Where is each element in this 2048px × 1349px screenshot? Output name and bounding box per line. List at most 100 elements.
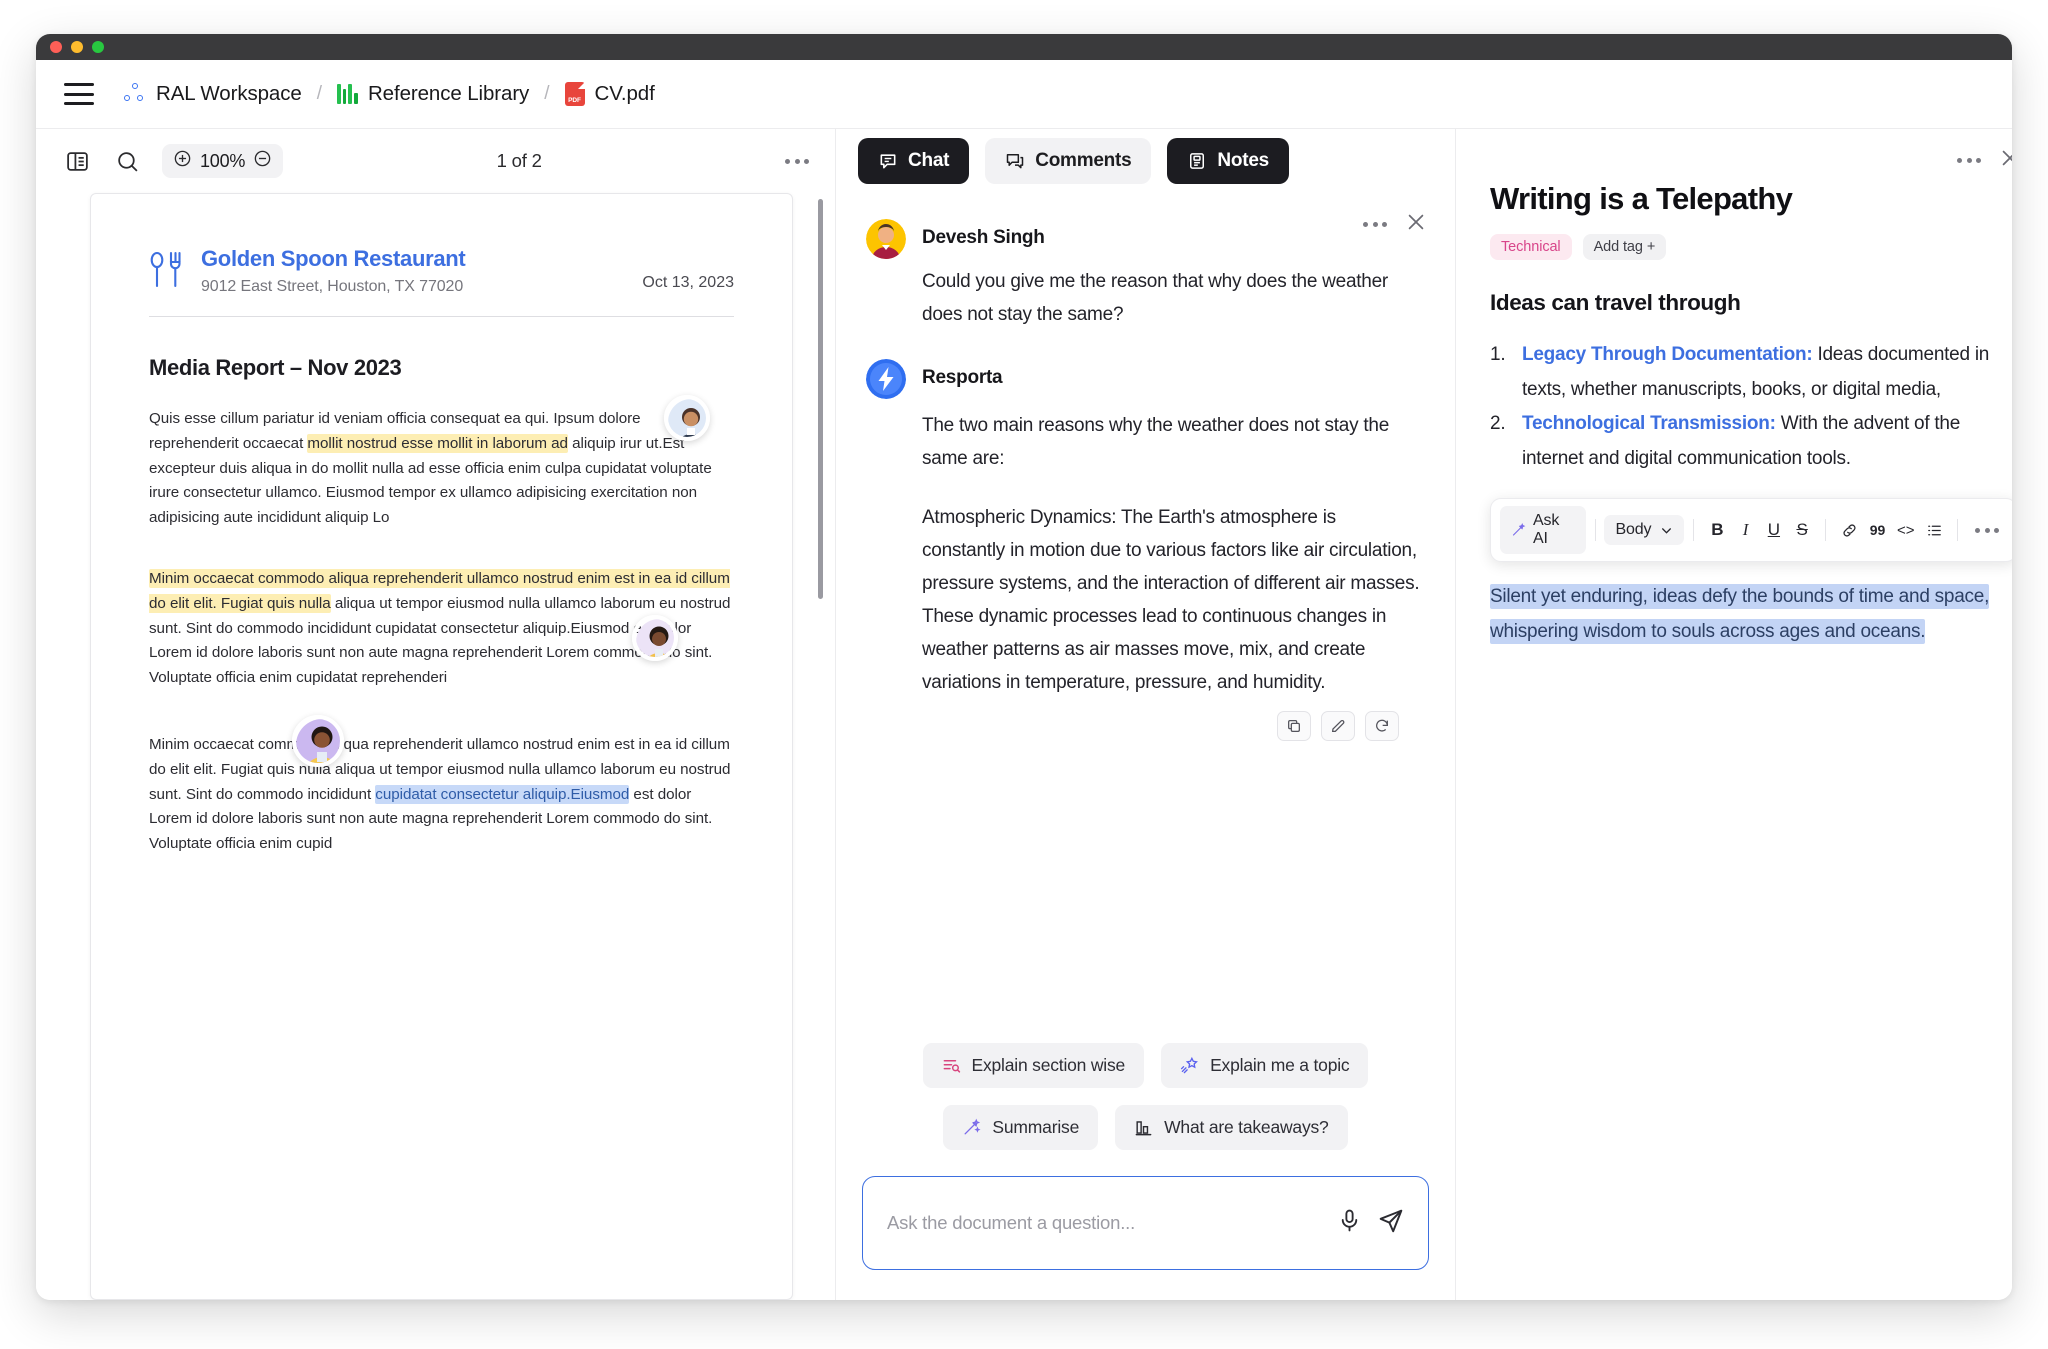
add-tag-button[interactable]: Add tag + (1582, 234, 1667, 260)
notes-close-icon[interactable] (1999, 147, 2012, 174)
chip-summarise[interactable]: Summarise (943, 1105, 1099, 1150)
breadcrumb-item-workspace[interactable]: RAL Workspace (124, 82, 302, 106)
chip-what-are-takeaways[interactable]: What are takeaways? (1115, 1105, 1348, 1150)
link-icon[interactable] (1835, 516, 1863, 544)
panel-layout-icon[interactable] (62, 146, 92, 176)
cutlery-icon (149, 249, 183, 291)
pdf-scrollbar-thumb[interactable] (818, 199, 823, 599)
copy-icon[interactable] (1277, 711, 1311, 741)
note-selected-paragraph[interactable]: Silent yet enduring, ideas defy the boun… (1490, 580, 2012, 649)
app-screen: RAL Workspace / Reference Library / PDF … (0, 0, 2048, 1349)
format-toolbar: Ask AI Body B I U S 99 <> (1490, 498, 2012, 562)
chat-input[interactable] (887, 1212, 1321, 1234)
avatar[interactable] (292, 714, 344, 767)
breadcrumb-item-library[interactable]: Reference Library (336, 82, 530, 106)
document-heading: Media Report – Nov 2023 (149, 355, 402, 380)
chat-user-message: Could you give me the reason that why do… (922, 271, 1389, 325)
search-icon[interactable] (112, 146, 142, 176)
para3-highlight[interactable]: cupidatat consectetur aliquip.Eiusmod (375, 784, 629, 804)
list-item[interactable]: 2. Technological Transmission: With the … (1490, 407, 2012, 476)
send-icon[interactable] (1378, 1208, 1404, 1239)
format-more-icon[interactable] (1975, 527, 2000, 533)
add-tag-label: Add tag (1593, 239, 1643, 255)
notes-panel: Writing is a Telepathy Technical Add tag… (1456, 129, 2012, 1300)
note-list: 1. Legacy Through Documentation: Ideas d… (1490, 338, 2012, 476)
page-indicator: 1 of 2 (496, 150, 542, 171)
avatar[interactable] (866, 219, 906, 259)
pdf-more-icon[interactable] (785, 158, 809, 164)
list-item-bold: Technological Transmission: (1522, 413, 1776, 434)
notes-more-icon[interactable] (1957, 158, 1982, 163)
maximize-window-button[interactable] (92, 41, 104, 53)
pdf-viewer-panel: 100% 1 of 2 Golden Spoon Restaurant 9012… (36, 129, 836, 1300)
chat-user-name: Devesh Singh (922, 227, 1045, 248)
edit-icon[interactable] (1321, 711, 1355, 741)
breadcrumb-label-library: Reference Library (367, 82, 530, 105)
chat-close-icon[interactable] (1405, 211, 1427, 238)
chat-composer[interactable] (862, 1176, 1429, 1270)
tab-chat[interactable]: Chat (858, 138, 970, 184)
restaurant-name: Golden Spoon Restaurant (201, 246, 466, 271)
hamburger-menu-icon[interactable] (64, 83, 94, 105)
avatar[interactable] (632, 614, 678, 661)
list-item-number: 1. (1490, 344, 1506, 365)
chat-message-user-header: Devesh Singh (866, 219, 1421, 259)
selected-text: Silent yet enduring, ideas defy the boun… (1490, 584, 1990, 644)
chip-label: Explain me a topic (1210, 1055, 1350, 1075)
text-style-select[interactable]: Body (1604, 515, 1685, 545)
breadcrumb-label-workspace: RAL Workspace (156, 82, 302, 105)
minimize-window-button[interactable] (71, 41, 83, 53)
note-subheading[interactable]: Ideas can travel through (1490, 290, 2012, 316)
document-paragraph-2: Minim occaecat commodo aliqua reprehende… (149, 567, 734, 691)
regenerate-icon[interactable] (1365, 711, 1399, 741)
chat-suggestion-chips: Explain section wise Explain me a topic (836, 1043, 1455, 1150)
tab-notes[interactable]: Notes (1167, 138, 1289, 184)
breadcrumb: RAL Workspace / Reference Library / PDF … (124, 82, 655, 106)
chip-explain-section-wise[interactable]: Explain section wise (922, 1043, 1145, 1088)
para1-highlight[interactable]: mollit nostrud esse mollit in laborum ad (307, 433, 568, 453)
code-button[interactable]: <> (1892, 516, 1920, 544)
breadcrumb-separator-1: / (316, 83, 322, 104)
avatar[interactable] (664, 395, 710, 441)
pdf-scroll-area[interactable]: Golden Spoon Restaurant 9012 East Street… (36, 193, 835, 1300)
tab-comments[interactable]: Comments (985, 138, 1152, 184)
chat-ai-name: Resporta (922, 367, 1003, 388)
chevron-down-icon (1662, 527, 1672, 534)
list-item[interactable]: 1. Legacy Through Documentation: Ideas d… (1490, 338, 2012, 407)
zoom-out-icon[interactable] (253, 149, 272, 173)
text-style-label: Body (1615, 521, 1652, 538)
quote-button[interactable]: 99 (1863, 516, 1891, 544)
bullet-list-icon[interactable] (1920, 516, 1948, 544)
list-item-text: Legacy Through Documentation: Ideas docu… (1522, 338, 2012, 407)
document-paragraph-1: Quis esse cillum pariatur id veniam offi… (149, 395, 734, 531)
pdf-file-icon: PDF (564, 82, 585, 106)
list-item-bold: Legacy Through Documentation: (1522, 344, 1813, 365)
microphone-icon[interactable] (1337, 1208, 1362, 1238)
pdf-toolbar: 100% 1 of 2 (36, 129, 835, 193)
assistant-bolt-avatar (866, 359, 906, 399)
zoom-in-icon[interactable] (173, 149, 192, 173)
chat-panel: Chat Comments Notes Devesh Singh Could y… (836, 129, 1456, 1300)
list-item-number: 2. (1490, 413, 1506, 434)
chip-explain-me-a-topic[interactable]: Explain me a topic (1161, 1043, 1369, 1088)
workspace-dots-icon (124, 83, 146, 105)
main-area: 100% 1 of 2 Golden Spoon Restaurant 9012… (36, 129, 2012, 1300)
document-paragraph-3: Minim occaecat commodo aliqua reprehende… (149, 714, 734, 857)
chat-more-icon[interactable] (1363, 222, 1387, 227)
toolbar-divider-2 (1693, 519, 1695, 541)
breadcrumb-item-file[interactable]: PDF CV.pdf (564, 82, 655, 106)
note-title[interactable]: Writing is a Telepathy (1490, 181, 2012, 217)
close-window-button[interactable] (50, 41, 62, 53)
chat-message-ai-header: Resporta (866, 359, 1421, 399)
strikethrough-button[interactable]: S (1788, 516, 1816, 544)
note-tags: Technical Add tag + (1490, 234, 2012, 260)
italic-button[interactable]: I (1732, 516, 1760, 544)
chat-ai-actions (866, 711, 1399, 741)
bold-button[interactable]: B (1703, 516, 1731, 544)
tag-technical[interactable]: Technical (1490, 234, 1572, 260)
chat-thread: Devesh Singh Could you give me the reaso… (836, 193, 1455, 1043)
ask-ai-button[interactable]: Ask AI (1500, 506, 1586, 554)
tab-notes-label: Notes (1217, 150, 1269, 171)
underline-button[interactable]: U (1760, 516, 1788, 544)
panel-tabs: Chat Comments Notes (836, 129, 1455, 193)
